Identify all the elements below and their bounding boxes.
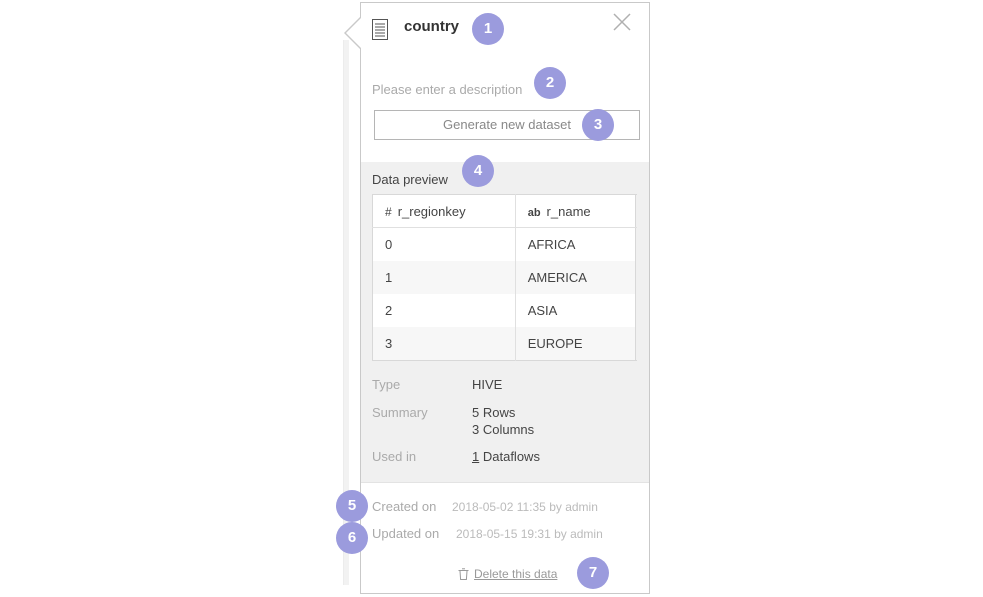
- table-cell: 1: [372, 261, 516, 294]
- created-on-label: Created on: [372, 499, 437, 514]
- table-row: 0 AFRICA: [372, 227, 636, 261]
- callout-badge: 1: [472, 13, 504, 45]
- data-preview-table: # r_regionkey ab r_name 0 AFRICA 1 AMERICA…: [372, 194, 636, 361]
- table-cell: AMERICA: [515, 261, 636, 294]
- column-header[interactable]: ab r_name: [515, 194, 636, 228]
- table-cell: 2: [372, 294, 516, 327]
- callout-badge: 3: [582, 109, 614, 141]
- table-cell: EUROPE: [515, 327, 636, 361]
- used-in-count-link[interactable]: 1: [472, 449, 479, 464]
- type-label: Type: [372, 377, 401, 392]
- column-name: r_name: [546, 203, 591, 219]
- type-value: HIVE: [472, 377, 503, 392]
- data-preview-label: Data preview: [372, 172, 448, 187]
- summary-columns: 3 Columns: [472, 422, 535, 437]
- used-in-label: Used in: [372, 449, 417, 464]
- delete-data-link[interactable]: Delete this data: [458, 567, 557, 581]
- table-cell: 0: [372, 227, 516, 261]
- table-cell: 3: [372, 327, 516, 361]
- dataset-title: country: [404, 18, 460, 35]
- updated-on-label: Updated on: [372, 526, 440, 541]
- table-row: 1 AMERICA: [372, 261, 636, 294]
- delete-data-label: Delete this data: [474, 567, 558, 581]
- table-row: 2 ASIA: [372, 294, 636, 327]
- used-in-suffix: Dataflows: [482, 449, 540, 464]
- callout-badge: 6: [336, 522, 368, 554]
- table-cell: AFRICA: [527, 237, 576, 252]
- panel-pointer-fill: [346, 18, 361, 48]
- string-type-icon: ab: [527, 206, 541, 219]
- column-header[interactable]: # r_regionkey: [372, 194, 516, 228]
- table-row: 3 EUROPE: [372, 327, 636, 361]
- close-icon[interactable]: [612, 12, 632, 32]
- summary-label: Summary: [372, 405, 428, 420]
- table-cell: ASIA: [527, 303, 558, 318]
- callout-badge: 4: [462, 155, 494, 187]
- callout-badge: 2: [534, 67, 566, 99]
- dataset-table-icon: [372, 19, 388, 40]
- callout-badge: 7: [577, 557, 609, 589]
- trash-icon: [458, 568, 469, 580]
- used-in-value: 1 Dataflows: [472, 449, 540, 464]
- created-on-value: 2018-05-02 11:35 by admin: [452, 500, 598, 514]
- callout-badge: 5: [336, 490, 368, 522]
- summary-rows: 5 Rows: [472, 405, 516, 420]
- column-name: r_regionkey: [397, 203, 466, 219]
- updated-on-value: 2018-05-15 19:31 by admin: [456, 527, 603, 541]
- section-divider: [361, 482, 649, 483]
- number-type-icon: #: [385, 204, 392, 219]
- description-field[interactable]: Please enter a description: [372, 82, 522, 97]
